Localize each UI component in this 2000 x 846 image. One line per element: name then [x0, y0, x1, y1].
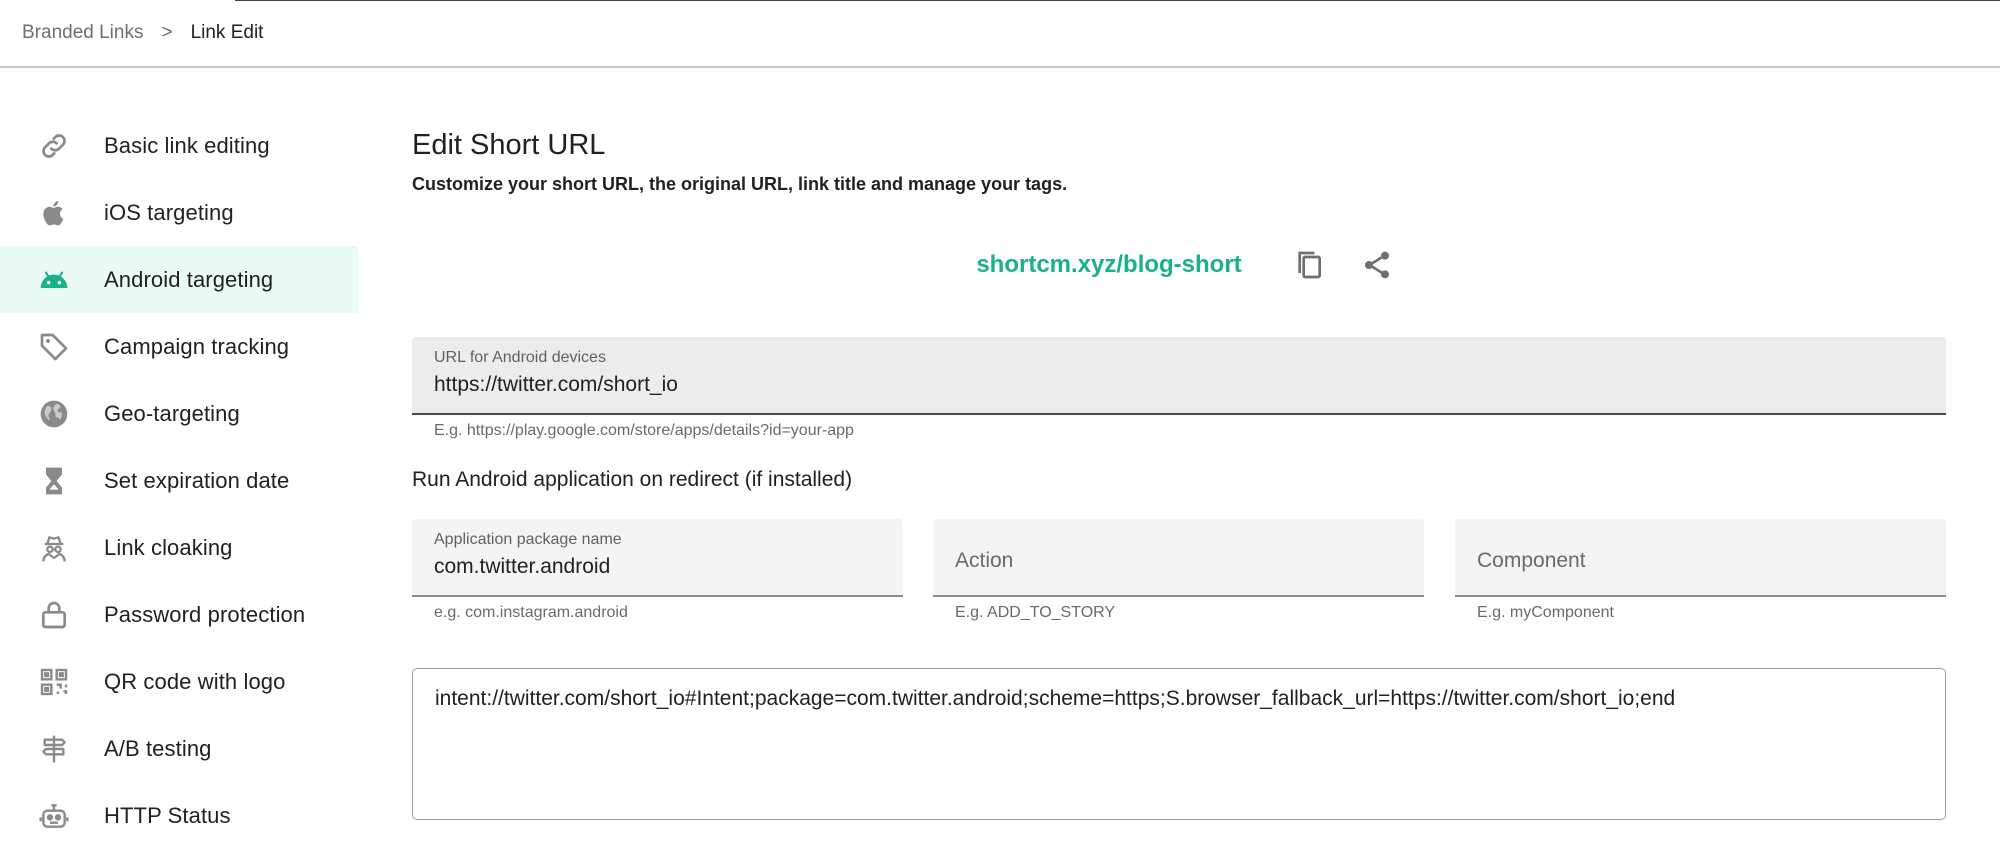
- sidebar-item-label: Link cloaking: [104, 534, 233, 560]
- signpost-icon: [38, 733, 70, 765]
- sidebar-item-label: QR code with logo: [104, 668, 286, 694]
- component-field[interactable]: Component: [1455, 519, 1946, 597]
- package-name-value[interactable]: com.twitter.android: [434, 555, 881, 579]
- breadcrumb: Branded Links > Link Edit: [0, 0, 2000, 68]
- page-title: Edit Short URL: [412, 129, 606, 161]
- android-url-label: URL for Android devices: [434, 349, 606, 366]
- sidebar-item-label: Android targeting: [104, 266, 274, 292]
- sidebar-item-set-expiration-date[interactable]: Set expiration date: [0, 447, 358, 514]
- apple-icon: [38, 197, 70, 229]
- sidebar-item-label: Campaign tracking: [104, 333, 290, 359]
- sidebar-item-qr-code-with-logo[interactable]: QR code with logo: [0, 648, 358, 715]
- short-url-row: shortcm.xyz/blog-short: [412, 240, 1946, 290]
- edit-panel: Edit Short URL Customize your short URL,…: [412, 110, 1946, 820]
- breadcrumb-parent-link[interactable]: Branded Links: [22, 22, 143, 44]
- share-icon: [1364, 251, 1389, 279]
- sidebar-item-ios-targeting[interactable]: iOS targeting: [0, 179, 358, 246]
- share-button[interactable]: [1354, 242, 1400, 288]
- sidebar-item-geo-targeting[interactable]: Geo-targeting: [0, 380, 358, 447]
- sidebar-item-android-targeting[interactable]: Android targeting: [0, 246, 358, 313]
- short-url-link[interactable]: shortcm.xyz/blog-short: [976, 251, 1241, 279]
- robot-icon: [38, 800, 70, 832]
- link-icon: [38, 130, 70, 162]
- sidebar-item-http-status[interactable]: HTTP Status: [0, 782, 358, 846]
- sidebar-item-label: A/B testing: [104, 735, 212, 761]
- android-url-value[interactable]: https://twitter.com/short_io: [434, 373, 1924, 397]
- action-placeholder: Action: [955, 549, 1014, 572]
- run-app-title: Run Android application on redirect (if …: [412, 468, 853, 491]
- android-url-field[interactable]: URL for Android devices https://twitter.…: [412, 337, 1946, 415]
- sidebar-item-label: Password protection: [104, 601, 306, 627]
- hourglass-icon: [38, 465, 70, 497]
- spy-icon: [38, 532, 70, 564]
- sidebar-item-campaign-tracking[interactable]: Campaign tracking: [0, 313, 358, 380]
- component-placeholder: Component: [1477, 549, 1586, 572]
- android-icon: [38, 264, 70, 296]
- sidebar-nav: Basic link editing iOS targeting Android…: [0, 112, 358, 846]
- sidebar-item-label: Geo-targeting: [104, 400, 240, 426]
- breadcrumb-current: Link Edit: [190, 22, 264, 43]
- component-helper: E.g. myComponent: [1477, 604, 1614, 621]
- sidebar-item-label: Set expiration date: [104, 467, 290, 493]
- sidebar-item-basic-link-editing[interactable]: Basic link editing: [0, 112, 358, 179]
- lock-icon: [38, 599, 70, 631]
- globe-icon: [38, 398, 70, 430]
- page-subtitle: Customize your short URL, the original U…: [412, 174, 1068, 194]
- sidebar-item-label: HTTP Status: [104, 802, 231, 828]
- sidebar-item-link-cloaking[interactable]: Link cloaking: [0, 514, 358, 581]
- tag-icon: [38, 331, 70, 363]
- package-name-field[interactable]: Application package name com.twitter.and…: [412, 519, 903, 597]
- action-field[interactable]: Action: [933, 519, 1424, 597]
- package-name-helper: e.g. com.instagram.android: [434, 604, 628, 621]
- sidebar-item-ab-testing[interactable]: A/B testing: [0, 715, 358, 782]
- sidebar-item-label: iOS targeting: [104, 199, 234, 225]
- chevron-right-icon: >: [161, 22, 173, 43]
- intent-textarea[interactable]: intent://twitter.com/short_io#Intent;pac…: [412, 668, 1946, 820]
- package-name-label: Application package name: [434, 531, 622, 548]
- action-helper: E.g. ADD_TO_STORY: [955, 604, 1116, 621]
- sidebar-item-label: Basic link editing: [104, 132, 270, 158]
- sidebar-item-password-protection[interactable]: Password protection: [0, 581, 358, 648]
- android-url-helper: E.g. https://play.google.com/store/apps/…: [434, 422, 854, 439]
- copy-icon: [1298, 251, 1321, 279]
- copy-button[interactable]: [1286, 242, 1332, 288]
- qr-code-icon: [38, 666, 70, 698]
